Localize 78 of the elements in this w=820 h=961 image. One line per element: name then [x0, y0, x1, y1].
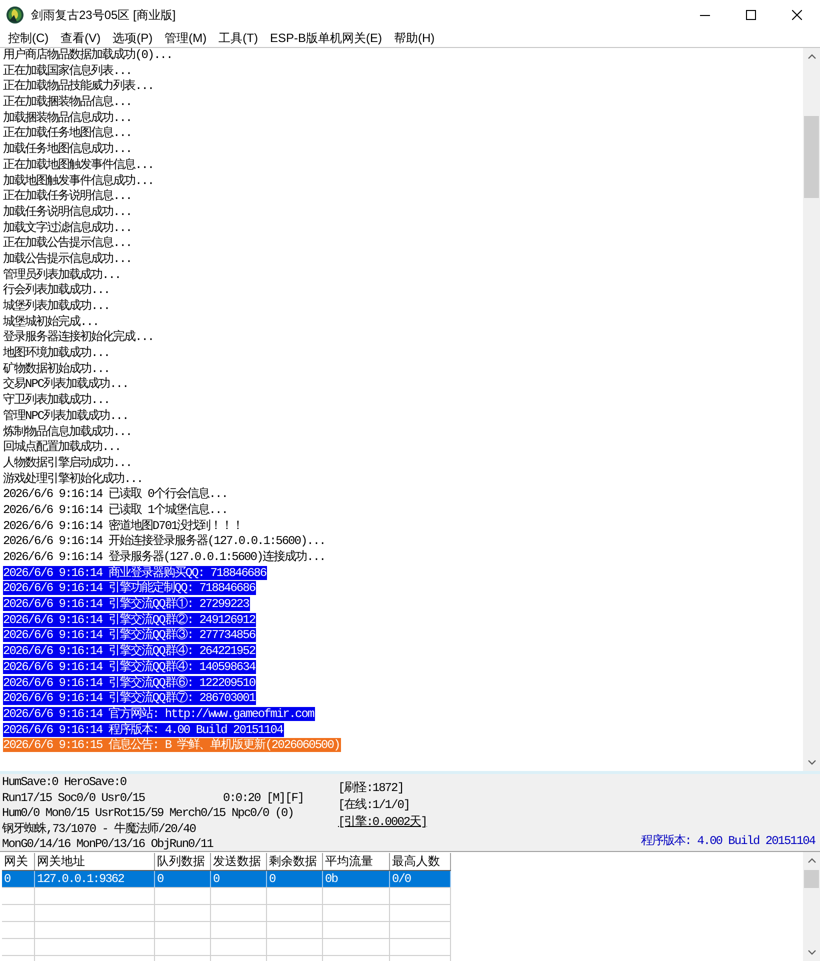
table-cell: 0 — [155, 871, 211, 887]
table-row[interactable]: 0 127.0.0.1:9362 0 0 0 0b 0/0 — [2, 871, 451, 888]
log-line: 正在加载任务地图信息... — [3, 126, 132, 140]
menu-item[interactable]: 帮助(H) — [388, 30, 441, 47]
column-header[interactable]: 网关地址 — [35, 853, 155, 870]
scroll-up-icon — [808, 858, 816, 863]
log-line: 守卫列表加载成功... — [3, 393, 110, 408]
log-line: 正在加载物品技能威力列表... — [3, 79, 154, 94]
column-header[interactable]: 队列数据 — [155, 853, 211, 870]
log-line: 正在加载国家信息列表... — [3, 64, 132, 78]
column-header[interactable]: 发送数据 — [211, 853, 267, 870]
log-line: 用户商店物品数据加载成功(0)... — [3, 48, 172, 62]
menu-item[interactable]: ESP-B版单机网关(E) — [264, 30, 388, 47]
minimize-icon — [700, 14, 710, 16]
table-cell: 0b — [323, 871, 390, 887]
scroll-down-icon — [808, 950, 816, 955]
scroll-down-icon — [808, 760, 816, 765]
log-line: 炼制物品信息加载成功... — [3, 424, 132, 438]
maximize-icon — [746, 10, 756, 20]
log-line: 加载任务地图信息成功... — [3, 142, 132, 156]
column-header[interactable]: 平均流量 — [323, 853, 390, 870]
scrollbar[interactable] — [803, 852, 820, 961]
log-line: 地图环境加载成功... — [3, 346, 110, 360]
log-line: 正在加载地图触发事件信息... — [3, 158, 154, 172]
log-line: 交易NPC列表加载成功... — [3, 377, 128, 392]
version-text: 程序版本: 4.00 Build 20151104 — [640, 834, 815, 849]
status-text: Run17/15 Soc0/0 Usr0/15 — [2, 790, 146, 806]
menu-item[interactable]: 查看(V) — [54, 30, 107, 47]
log-line: 2026/6/6 9:16:14 密道地图D701没找到！！！ — [3, 518, 244, 533]
table-cell: 127.0.0.1:9362 — [35, 871, 155, 887]
table-cell: 0 — [211, 871, 267, 887]
menu-item[interactable]: 工具(T) — [212, 30, 264, 47]
log-line: 城堡城初始完成... — [3, 314, 99, 329]
log-line: 2026/6/6 9:16:14 开始连接登录服务器(127.0.0.1:5600)... — [3, 534, 326, 548]
column-header[interactable]: 剩余数据 — [267, 853, 323, 870]
log-line: 游戏处理引擎初始化成功... — [3, 472, 143, 486]
log-line: 正在加载任务说明信息... — [3, 189, 132, 204]
log-line: 加载任务说明信息成功... — [3, 204, 132, 219]
log-line: 加载捆装物品信息成功... — [3, 110, 132, 125]
counter-link[interactable]: [引擎:0.0002天] — [338, 814, 427, 831]
menu-item[interactable]: 管理(M) — [158, 30, 213, 47]
column-header[interactable]: 最高人数 — [390, 853, 451, 870]
status-text: Hum0/0 Mon0/15 UsrRot15/59 Merch0/15 Npc0/0 (0) — [2, 806, 294, 822]
app-logo-icon — [6, 6, 24, 24]
log-line: 加载公告提示信息成功... — [3, 252, 132, 266]
log-line: 2026/6/6 9:16:14 已读取 0个行会信息... — [3, 487, 228, 502]
close-icon — [792, 10, 802, 20]
status-text: 钢牙蜘蛛,73/1070 - 牛魔法师/20/40 — [2, 822, 196, 837]
log-line: 人物数据引擎启动成功... — [3, 456, 132, 470]
uptime-text: 0:0:20 [M][F] — [223, 790, 304, 806]
log-line: 城堡列表加载成功... — [3, 299, 110, 313]
table-cell: 0 — [2, 871, 35, 887]
log-line: 回城点配置加载成功... — [3, 440, 121, 454]
log-line: 2026/6/6 9:16:14 已读取 1个城堡信息... — [3, 502, 228, 517]
table-cell: 0/0 — [390, 871, 451, 887]
table-cell: 0 — [267, 871, 323, 887]
log-line: 矿物数据初始成功... — [3, 362, 110, 376]
menu-item[interactable]: 选项(P) — [106, 30, 159, 47]
counter-text: [在线:1/1/0] — [338, 797, 410, 814]
log-line: 正在加载捆装物品信息... — [3, 95, 132, 110]
log-line: 2026/6/6 9:16:14 登录服务器(127.0.0.1:5600)连接成功... — [3, 550, 326, 564]
column-header[interactable]: 网关 — [2, 853, 35, 870]
log-line: 加载地图触发事件信息成功... — [3, 174, 154, 188]
scrollbar[interactable] — [803, 48, 820, 771]
log-line: 管理NPC列表加载成功... — [3, 408, 128, 423]
window-title: 剑雨复古23号05区 [商业版] — [31, 7, 176, 24]
log-line: 行会列表加载成功... — [3, 283, 110, 298]
log-line: 管理员列表加载成功... — [3, 268, 121, 282]
counter-text: [刷怪:1872] — [338, 780, 404, 797]
log-line: 登录服务器连接初始化完成... — [3, 330, 154, 344]
scrollbar-thumb[interactable] — [804, 116, 819, 198]
scroll-up-icon — [808, 54, 816, 59]
menu-item[interactable]: 控制(C) — [2, 30, 55, 47]
status-text: HumSave:0 HeroSave:0 — [2, 775, 126, 790]
log-line: 正在加载公告提示信息... — [3, 236, 132, 250]
status-text: MonG0/14/16 MonP0/13/16 ObjRun0/11 — [2, 837, 213, 852]
log-line: 加载文字过滤信息成功... — [3, 220, 132, 235]
scrollbar-thumb[interactable] — [804, 870, 819, 888]
